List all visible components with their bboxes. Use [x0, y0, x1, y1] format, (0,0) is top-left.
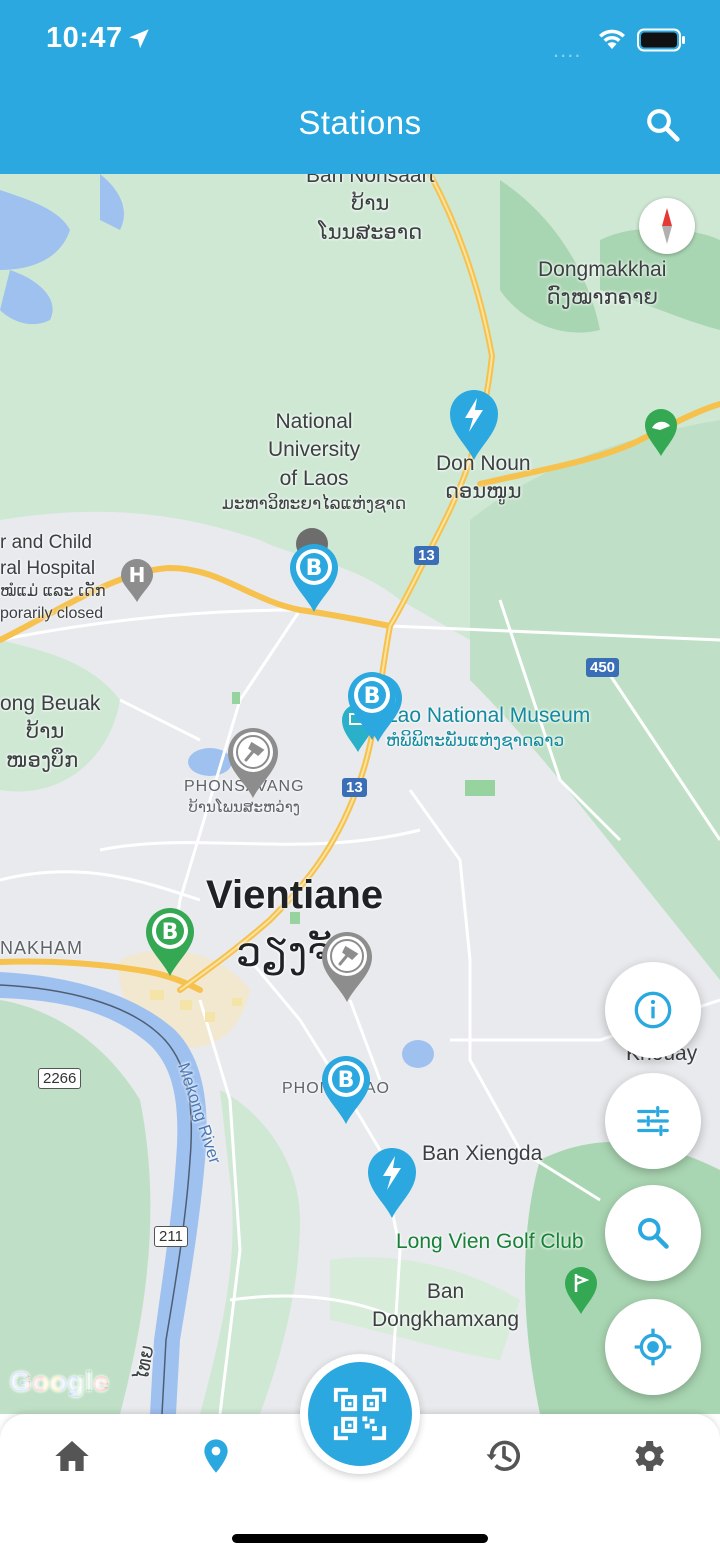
qr-button-inner — [308, 1362, 412, 1466]
battery-icon — [637, 28, 685, 52]
map-label-nong-beuak: ong Beuak ບ້ານ ໜອງບຶກ — [0, 692, 101, 772]
search-icon — [638, 1218, 669, 1249]
google-logo-text: Google — [10, 1366, 110, 1397]
map-label-lao-national-museum: Lao National Museum ຫໍພິພິຕະພັນແຫ່ງຊາດລາ… — [386, 704, 591, 751]
settings-icon[interactable] — [628, 1436, 668, 1476]
battery-station-pin[interactable]: B — [346, 670, 398, 742]
charging-station-pin[interactable] — [448, 388, 500, 462]
filter-button[interactable] — [605, 1073, 701, 1169]
info-button[interactable] — [605, 962, 701, 1058]
golf-poi-icon — [565, 1267, 597, 1314]
map-label-dongmakkhai: Dongmakkhai ດົງໝາກຄາຍ — [538, 258, 667, 310]
route-13-shield: 13 — [342, 778, 367, 797]
top-app-bar: 10:47 .... Stations — [0, 0, 720, 174]
map-label-ban-nonsaart: Ban Nonsaart ບ້ານ ໂນນສະອາດ — [306, 174, 435, 244]
map-label-hospital: r and Child ral Hospital ໝໍແມ່ ແລະ ເດັກ … — [0, 532, 106, 622]
park-poi-icon — [645, 409, 677, 456]
qr-scan-icon — [333, 1387, 387, 1441]
route-211-shield: 211 — [154, 1226, 188, 1247]
svg-text:H: H — [129, 563, 146, 587]
home-indicator — [232, 1534, 488, 1543]
info-icon — [634, 991, 672, 1029]
hospital-poi-icon: H — [121, 559, 153, 602]
route-450-shield: 450 — [586, 658, 620, 677]
svg-text:B: B — [338, 1068, 355, 1093]
svg-text:B: B — [306, 556, 323, 581]
search-icon[interactable] — [644, 106, 682, 144]
map-label-vientiane-lao: ວຽງຈັ — [236, 931, 333, 975]
sliders-icon — [637, 1105, 669, 1137]
my-location-button[interactable] — [605, 1299, 701, 1395]
charging-station-pin[interactable] — [366, 1146, 418, 1220]
map-label-ban-dongkhamxang: Ban Dongkhamxang — [372, 1280, 520, 1332]
home-icon[interactable] — [52, 1436, 92, 1476]
route-2266-shield: 2266 — [38, 1068, 82, 1089]
compass-button[interactable] — [639, 198, 695, 254]
search-stations-button[interactable] — [605, 1185, 701, 1281]
history-icon[interactable] — [484, 1436, 524, 1476]
maintenance-station-pin[interactable] — [320, 930, 374, 1004]
cellular-signal-icon: .... — [553, 37, 582, 62]
map-label-national-university: National University of Laos ມະຫາວິທະຍາໄລ… — [222, 410, 407, 514]
map-label-nakham: NAKHAM — [0, 938, 84, 958]
map-label-golf-club: Long Vien Golf Club — [396, 1230, 584, 1253]
battery-station-pin[interactable]: B — [288, 542, 340, 614]
map-label-vientiane: Vientiane — [206, 873, 384, 917]
crosshair-icon — [634, 1328, 672, 1366]
svg-text:B: B — [162, 920, 179, 945]
wifi-icon — [599, 29, 625, 49]
compass-needle-icon — [662, 208, 672, 244]
route-13-shield: 13 — [414, 546, 439, 565]
battery-station-pin[interactable]: B — [320, 1054, 372, 1126]
google-logo: Google — [10, 1366, 109, 1398]
svg-text:B: B — [364, 684, 381, 709]
status-time: 10:47 — [46, 22, 123, 54]
scan-qr-button[interactable] — [300, 1354, 420, 1474]
available-battery-station-pin[interactable]: B — [144, 906, 196, 978]
map-pin-icon[interactable] — [196, 1436, 236, 1476]
map-label-ban-xiengda: Ban Xiengda — [422, 1142, 543, 1165]
page-title: Stations — [298, 104, 422, 141]
maintenance-station-pin[interactable] — [226, 726, 280, 800]
location-arrow-icon — [129, 29, 149, 49]
